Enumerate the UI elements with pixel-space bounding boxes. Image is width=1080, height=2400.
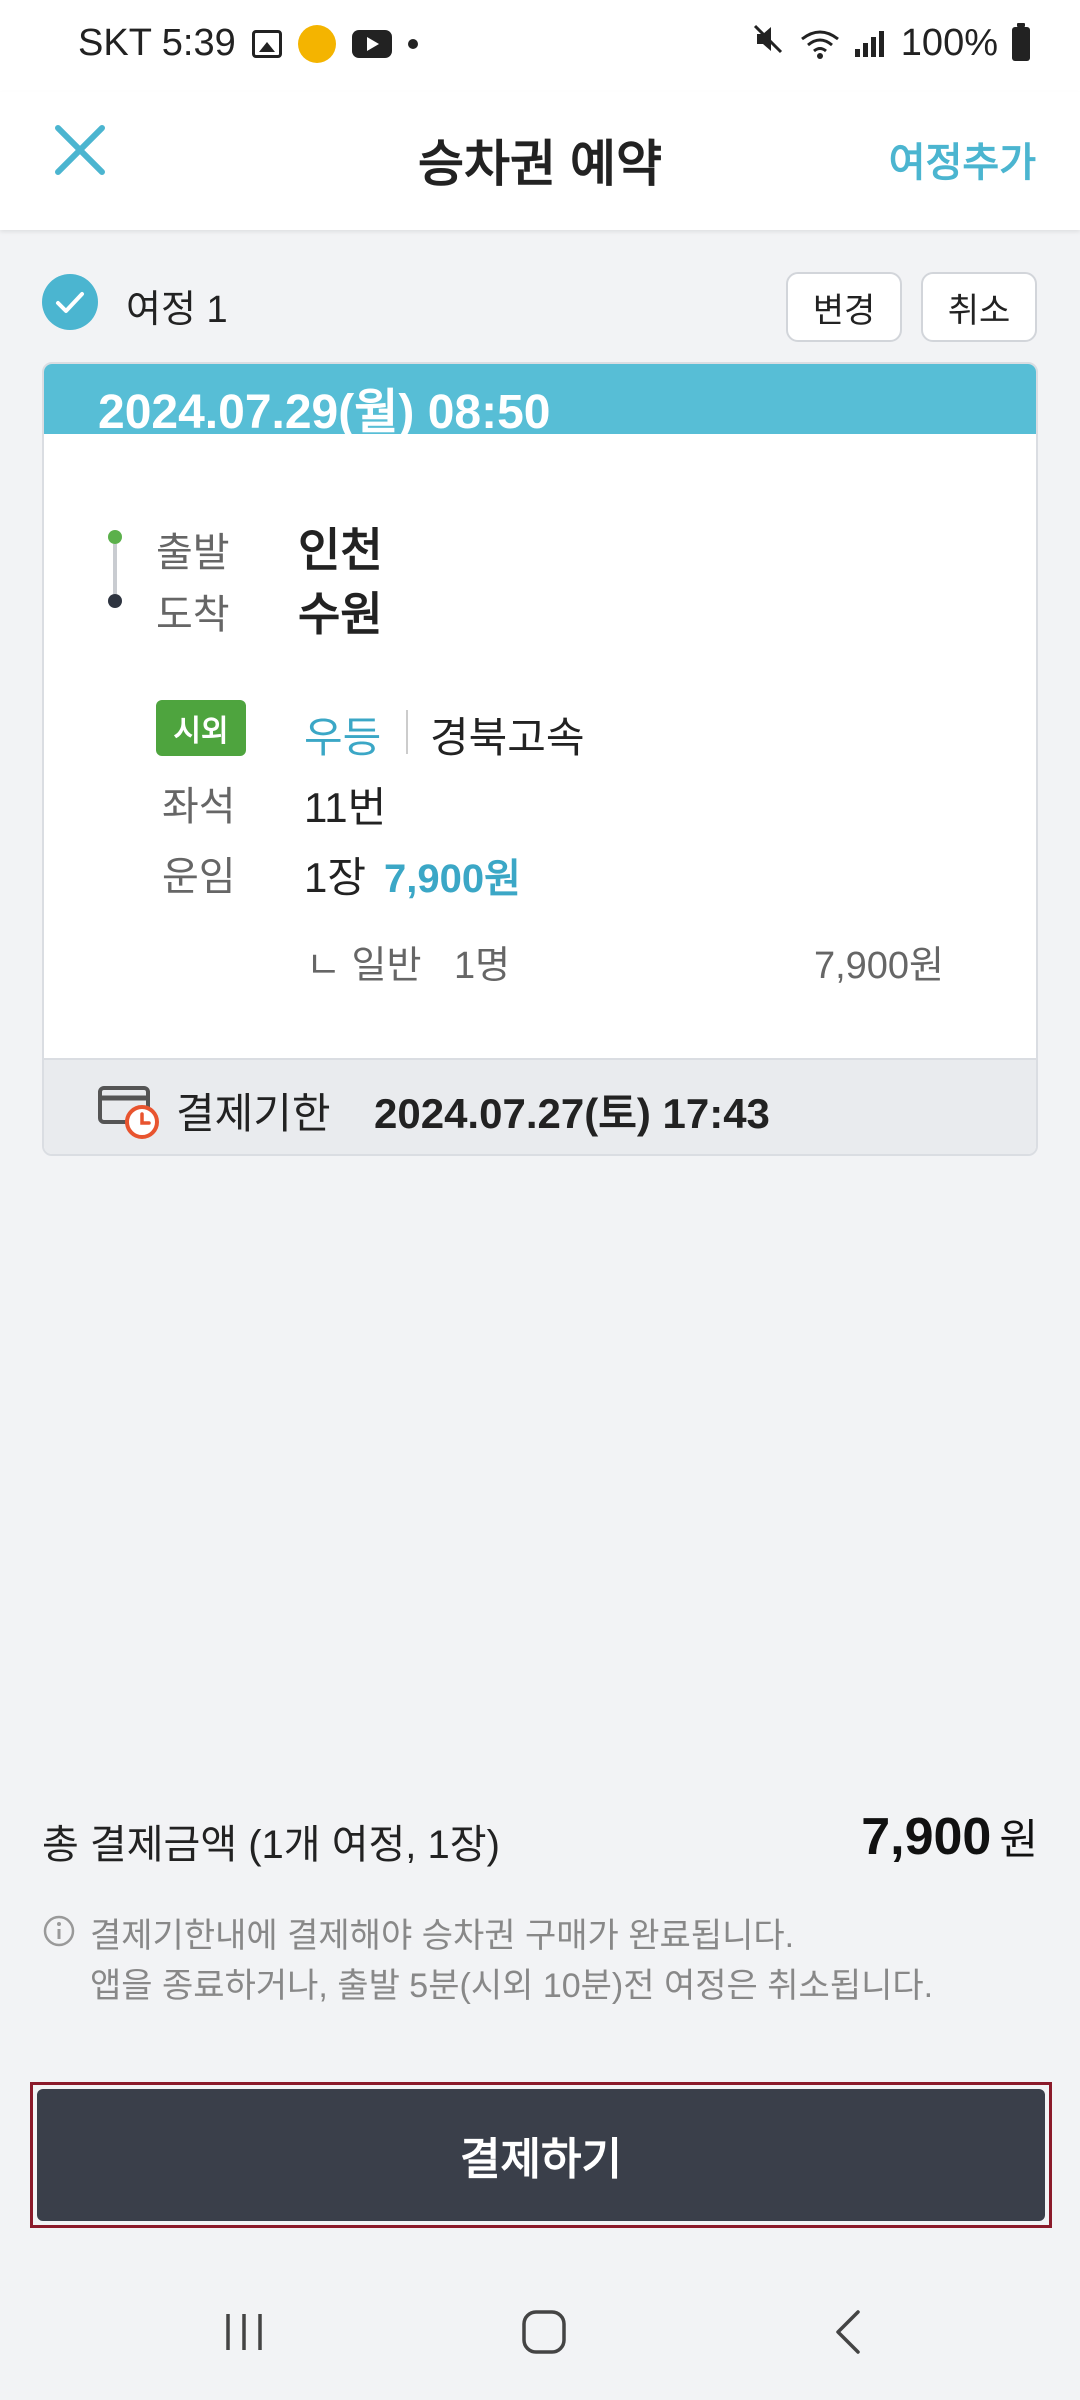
youtube-icon	[351, 29, 392, 58]
route-end-dot	[108, 594, 122, 608]
dot-icon	[407, 38, 418, 49]
check-icon	[56, 292, 84, 313]
pay-button-highlight: 결제하기	[30, 2082, 1052, 2228]
wifi-icon	[799, 29, 839, 59]
route-line	[113, 544, 117, 594]
bus-company: 경북고속	[430, 714, 585, 761]
deadline-label: 결제기한	[176, 1090, 331, 1137]
mute-icon	[751, 22, 785, 65]
depart-label: 출발	[156, 531, 230, 575]
total-amount: 7,900 원	[861, 1806, 1038, 1867]
fare-detail-amount: 7,900원	[813, 945, 944, 987]
status-bar-left: SKT 5:39	[78, 22, 418, 65]
status-bar-right: 100%	[751, 22, 1030, 65]
arrive-label: 도착	[156, 593, 230, 637]
add-trip-button[interactable]: 여정추가	[889, 130, 1036, 188]
trip-card: 2024.07.29(월) 08:50 출발 인천 도착 수원 시외 우등 경북…	[42, 362, 1038, 1156]
info-icon	[42, 1914, 76, 1948]
payment-deadline-row: 결제기한 2024.07.27(토) 17:43	[44, 1058, 1036, 1154]
trip-label: 여정 1	[126, 289, 228, 331]
depart-terminal: 인천	[298, 524, 383, 576]
battery-percent: 100%	[900, 22, 998, 64]
fare-detail-type: ㄴ 일반	[306, 945, 422, 987]
seat-label: 좌석	[162, 785, 236, 829]
trip-card-header: 2024.07.29(월) 08:50	[44, 364, 1036, 439]
fare-detail-count: 1명	[454, 945, 511, 987]
card-clock-icon	[98, 1082, 160, 1140]
route-start-dot	[108, 530, 122, 544]
divider	[406, 710, 408, 754]
fare-ticket-count: 1장	[304, 854, 366, 901]
deadline-value: 2024.07.27(토) 17:43	[374, 1090, 770, 1137]
back-icon[interactable]	[828, 2308, 868, 2356]
change-button[interactable]: 변경	[786, 272, 902, 342]
bus-class: 우등	[304, 714, 382, 761]
trip-checkbox[interactable]	[42, 274, 98, 330]
fare-amount: 7,900원	[384, 857, 521, 901]
app-bar: 승차권 예약 여정추가	[0, 92, 1080, 230]
navigation-bar	[0, 2260, 1080, 2400]
app-icon	[297, 24, 336, 63]
recent-apps-icon[interactable]	[222, 2310, 266, 2354]
signal-icon	[853, 29, 887, 59]
home-icon[interactable]	[520, 2308, 568, 2356]
total-label: 총 결제금액 (1개 여정, 1장)	[42, 1823, 500, 1867]
arrive-terminal: 수원	[298, 588, 383, 640]
departure-datetime: 2024.07.29(월) 08:50	[98, 386, 551, 439]
seat-value: 11번	[304, 784, 387, 831]
status-bar: SKT 5:39 100%	[0, 0, 1080, 92]
gallery-icon	[251, 29, 282, 58]
carrier-time: SKT 5:39	[78, 22, 236, 64]
pay-button[interactable]: 결제하기	[37, 2089, 1045, 2221]
fare-label: 운임	[162, 855, 236, 899]
total-amount-value: 7,900	[861, 1808, 992, 1866]
total-amount-unit: 원	[999, 1816, 1038, 1863]
battery-icon	[1012, 22, 1030, 61]
intercity-badge: 시외	[156, 700, 246, 756]
notice-text-2: 앱을 종료하거나, 출발 5분(시외 10분)전 여정은 취소됩니다.	[90, 1967, 934, 2005]
cancel-button[interactable]: 취소	[921, 272, 1037, 342]
notice-text-1: 결제기한내에 결제해야 승차권 구매가 완료됩니다.	[90, 1917, 795, 1955]
